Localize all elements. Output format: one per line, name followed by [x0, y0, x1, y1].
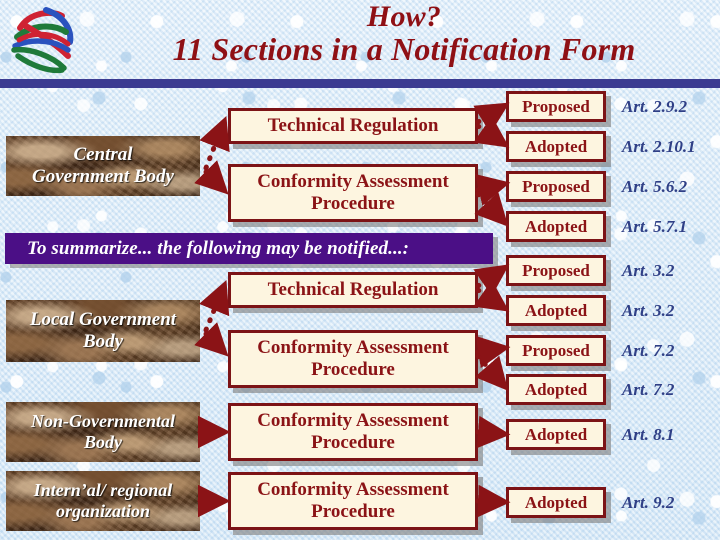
connector-arrows	[194, 102, 511, 518]
